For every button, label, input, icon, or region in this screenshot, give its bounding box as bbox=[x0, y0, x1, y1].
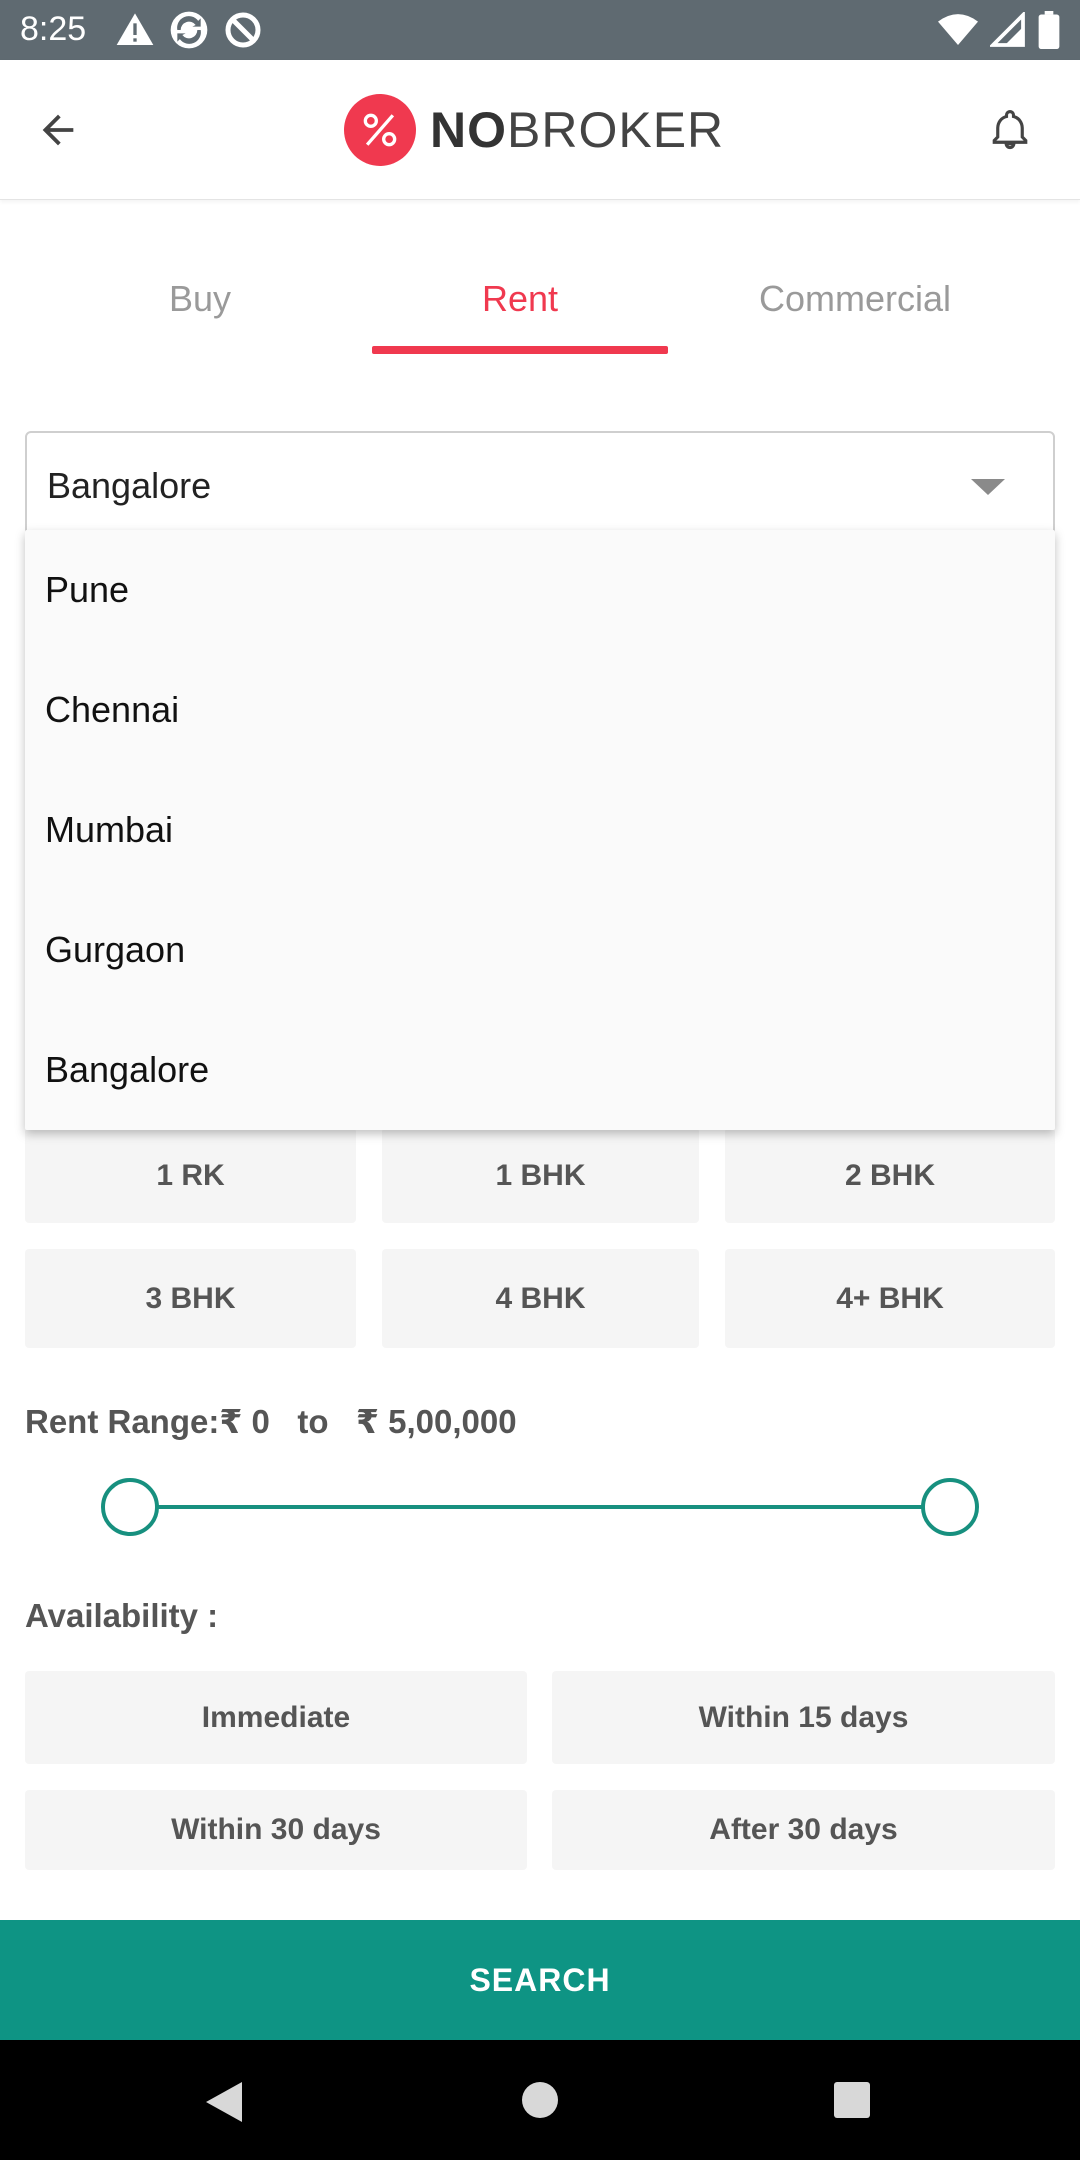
city-option-chennai[interactable]: Chennai bbox=[25, 650, 1055, 770]
city-select[interactable]: Bangalore bbox=[25, 431, 1055, 541]
nav-home-icon[interactable] bbox=[522, 2082, 558, 2118]
bell-icon bbox=[992, 110, 1028, 150]
app-bar: NOBROKER bbox=[0, 60, 1080, 200]
nav-back-icon[interactable] bbox=[206, 2082, 242, 2122]
sync-icon bbox=[170, 11, 208, 49]
rent-range-slider-track bbox=[130, 1505, 950, 1509]
nav-recent-apps-icon[interactable] bbox=[834, 2082, 870, 2118]
bhk-chip-2bhk[interactable]: 2 BHK bbox=[725, 1128, 1055, 1223]
availability-immediate[interactable]: Immediate bbox=[25, 1671, 527, 1764]
city-option-gurgaon[interactable]: Gurgaon bbox=[25, 890, 1055, 1010]
availability-within-15-days[interactable]: Within 15 days bbox=[552, 1671, 1055, 1764]
city-option-bangalore[interactable]: Bangalore bbox=[25, 1010, 1055, 1130]
status-notification-icons bbox=[115, 10, 263, 50]
back-button[interactable] bbox=[28, 100, 88, 160]
signal-icon bbox=[990, 12, 1025, 47]
notifications-button[interactable] bbox=[980, 100, 1040, 160]
data-saver-icon bbox=[225, 12, 261, 48]
city-dropdown-menu: Pune Chennai Mumbai Gurgaon Bangalore bbox=[25, 530, 1055, 1130]
rent-range-min-handle[interactable] bbox=[101, 1478, 159, 1536]
logo-text: NOBROKER bbox=[430, 102, 725, 158]
bhk-chip-1rk[interactable]: 1 RK bbox=[25, 1128, 356, 1223]
bhk-chip-1bhk[interactable]: 1 BHK bbox=[382, 1128, 699, 1223]
bhk-chip-3bhk[interactable]: 3 BHK bbox=[25, 1249, 356, 1348]
search-button[interactable]: SEARCH bbox=[0, 1920, 1080, 2040]
logo-mark-icon bbox=[344, 94, 416, 166]
property-type-tabs: Buy Rent Commercial bbox=[0, 240, 1080, 355]
status-bar: 8:25 bbox=[0, 0, 1080, 60]
rent-range-label: Rent Range:₹ 0 to ₹ 5,00,000 bbox=[25, 1403, 517, 1440]
city-option-mumbai[interactable]: Mumbai bbox=[25, 770, 1055, 890]
battery-icon bbox=[1038, 11, 1060, 49]
bhk-chip-4bhk[interactable]: 4 BHK bbox=[382, 1249, 699, 1348]
tab-commercial[interactable]: Commercial bbox=[715, 240, 995, 355]
availability-within-30-days[interactable]: Within 30 days bbox=[25, 1790, 527, 1870]
city-option-pune[interactable]: Pune bbox=[25, 530, 1055, 650]
warning-icon bbox=[116, 13, 154, 46]
availability-label: Availability : bbox=[25, 1597, 219, 1634]
status-time: 8:25 bbox=[20, 10, 87, 48]
rent-range-max-handle[interactable] bbox=[921, 1478, 979, 1536]
back-arrow-icon bbox=[42, 114, 74, 146]
active-tab-indicator bbox=[372, 346, 668, 354]
tab-rent[interactable]: Rent bbox=[372, 240, 668, 355]
system-navigation-bar bbox=[0, 2040, 1080, 2160]
wifi-icon bbox=[938, 14, 978, 45]
availability-after-30-days[interactable]: After 30 days bbox=[552, 1790, 1055, 1870]
city-select-value: Bangalore bbox=[47, 465, 212, 506]
bhk-chip-4plus-bhk[interactable]: 4+ BHK bbox=[725, 1249, 1055, 1348]
nobroker-logo: NOBROKER bbox=[344, 94, 724, 166]
chevron-down-icon bbox=[971, 479, 1005, 495]
tab-buy[interactable]: Buy bbox=[80, 240, 320, 355]
status-system-icons bbox=[938, 10, 1060, 50]
